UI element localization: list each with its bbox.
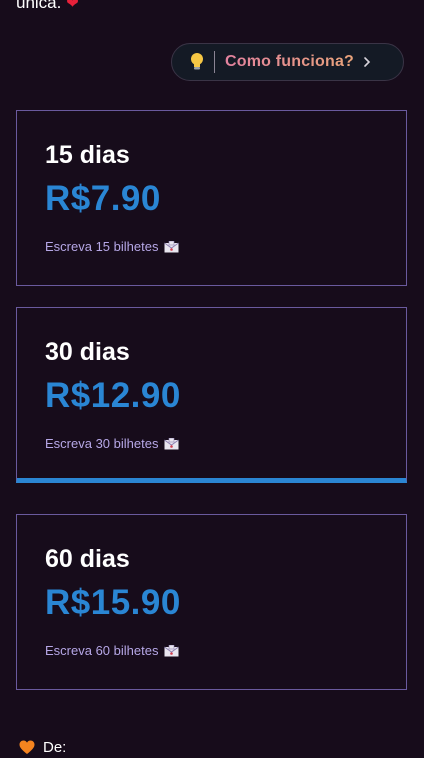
plan-duration: 60 dias: [45, 545, 130, 573]
chevron-right-icon: [363, 55, 373, 69]
plan-description-text: Escreva 15 bilhetes: [45, 239, 159, 254]
envelope-icon: [164, 240, 180, 253]
plan-description: Escreva 15 bilhetes: [45, 239, 180, 254]
plan-price: R$7.90: [45, 179, 161, 218]
orange-heart-icon: [19, 740, 35, 755]
envelope-icon: [164, 437, 180, 450]
plan-description: Escreva 30 bilhetes: [45, 436, 180, 451]
lightbulb-icon: [190, 52, 204, 72]
intro-text: única.: [16, 0, 62, 12]
intro-text-tail: única. ❤: [16, 0, 79, 13]
plan-description-text: Escreva 30 bilhetes: [45, 436, 159, 451]
plan-description-text: Escreva 60 bilhetes: [45, 643, 159, 658]
page: única. ❤ Como funciona? 15 dias R$7.90 E…: [0, 0, 424, 758]
from-label: De:: [43, 739, 67, 756]
plan-price: R$12.90: [45, 376, 181, 415]
how-it-works-label: Como funciona?: [225, 53, 355, 70]
plan-duration: 30 dias: [45, 338, 130, 366]
envelope-icon: [164, 644, 180, 657]
plan-card-60-days[interactable]: 60 dias R$15.90 Escreva 60 bilhetes: [16, 514, 407, 690]
plan-description: Escreva 60 bilhetes: [45, 643, 180, 658]
plan-card-15-days[interactable]: 15 dias R$7.90 Escreva 15 bilhetes: [16, 110, 407, 286]
heart-emoji-icon: ❤: [66, 0, 79, 12]
from-field-label: De:: [19, 739, 66, 756]
plan-card-30-days[interactable]: 30 dias R$12.90 Escreva 30 bilhetes: [16, 307, 407, 483]
plan-duration: 15 dias: [45, 141, 130, 169]
button-divider: [214, 51, 215, 73]
plan-price: R$15.90: [45, 583, 181, 622]
how-it-works-button[interactable]: Como funciona?: [171, 43, 404, 81]
